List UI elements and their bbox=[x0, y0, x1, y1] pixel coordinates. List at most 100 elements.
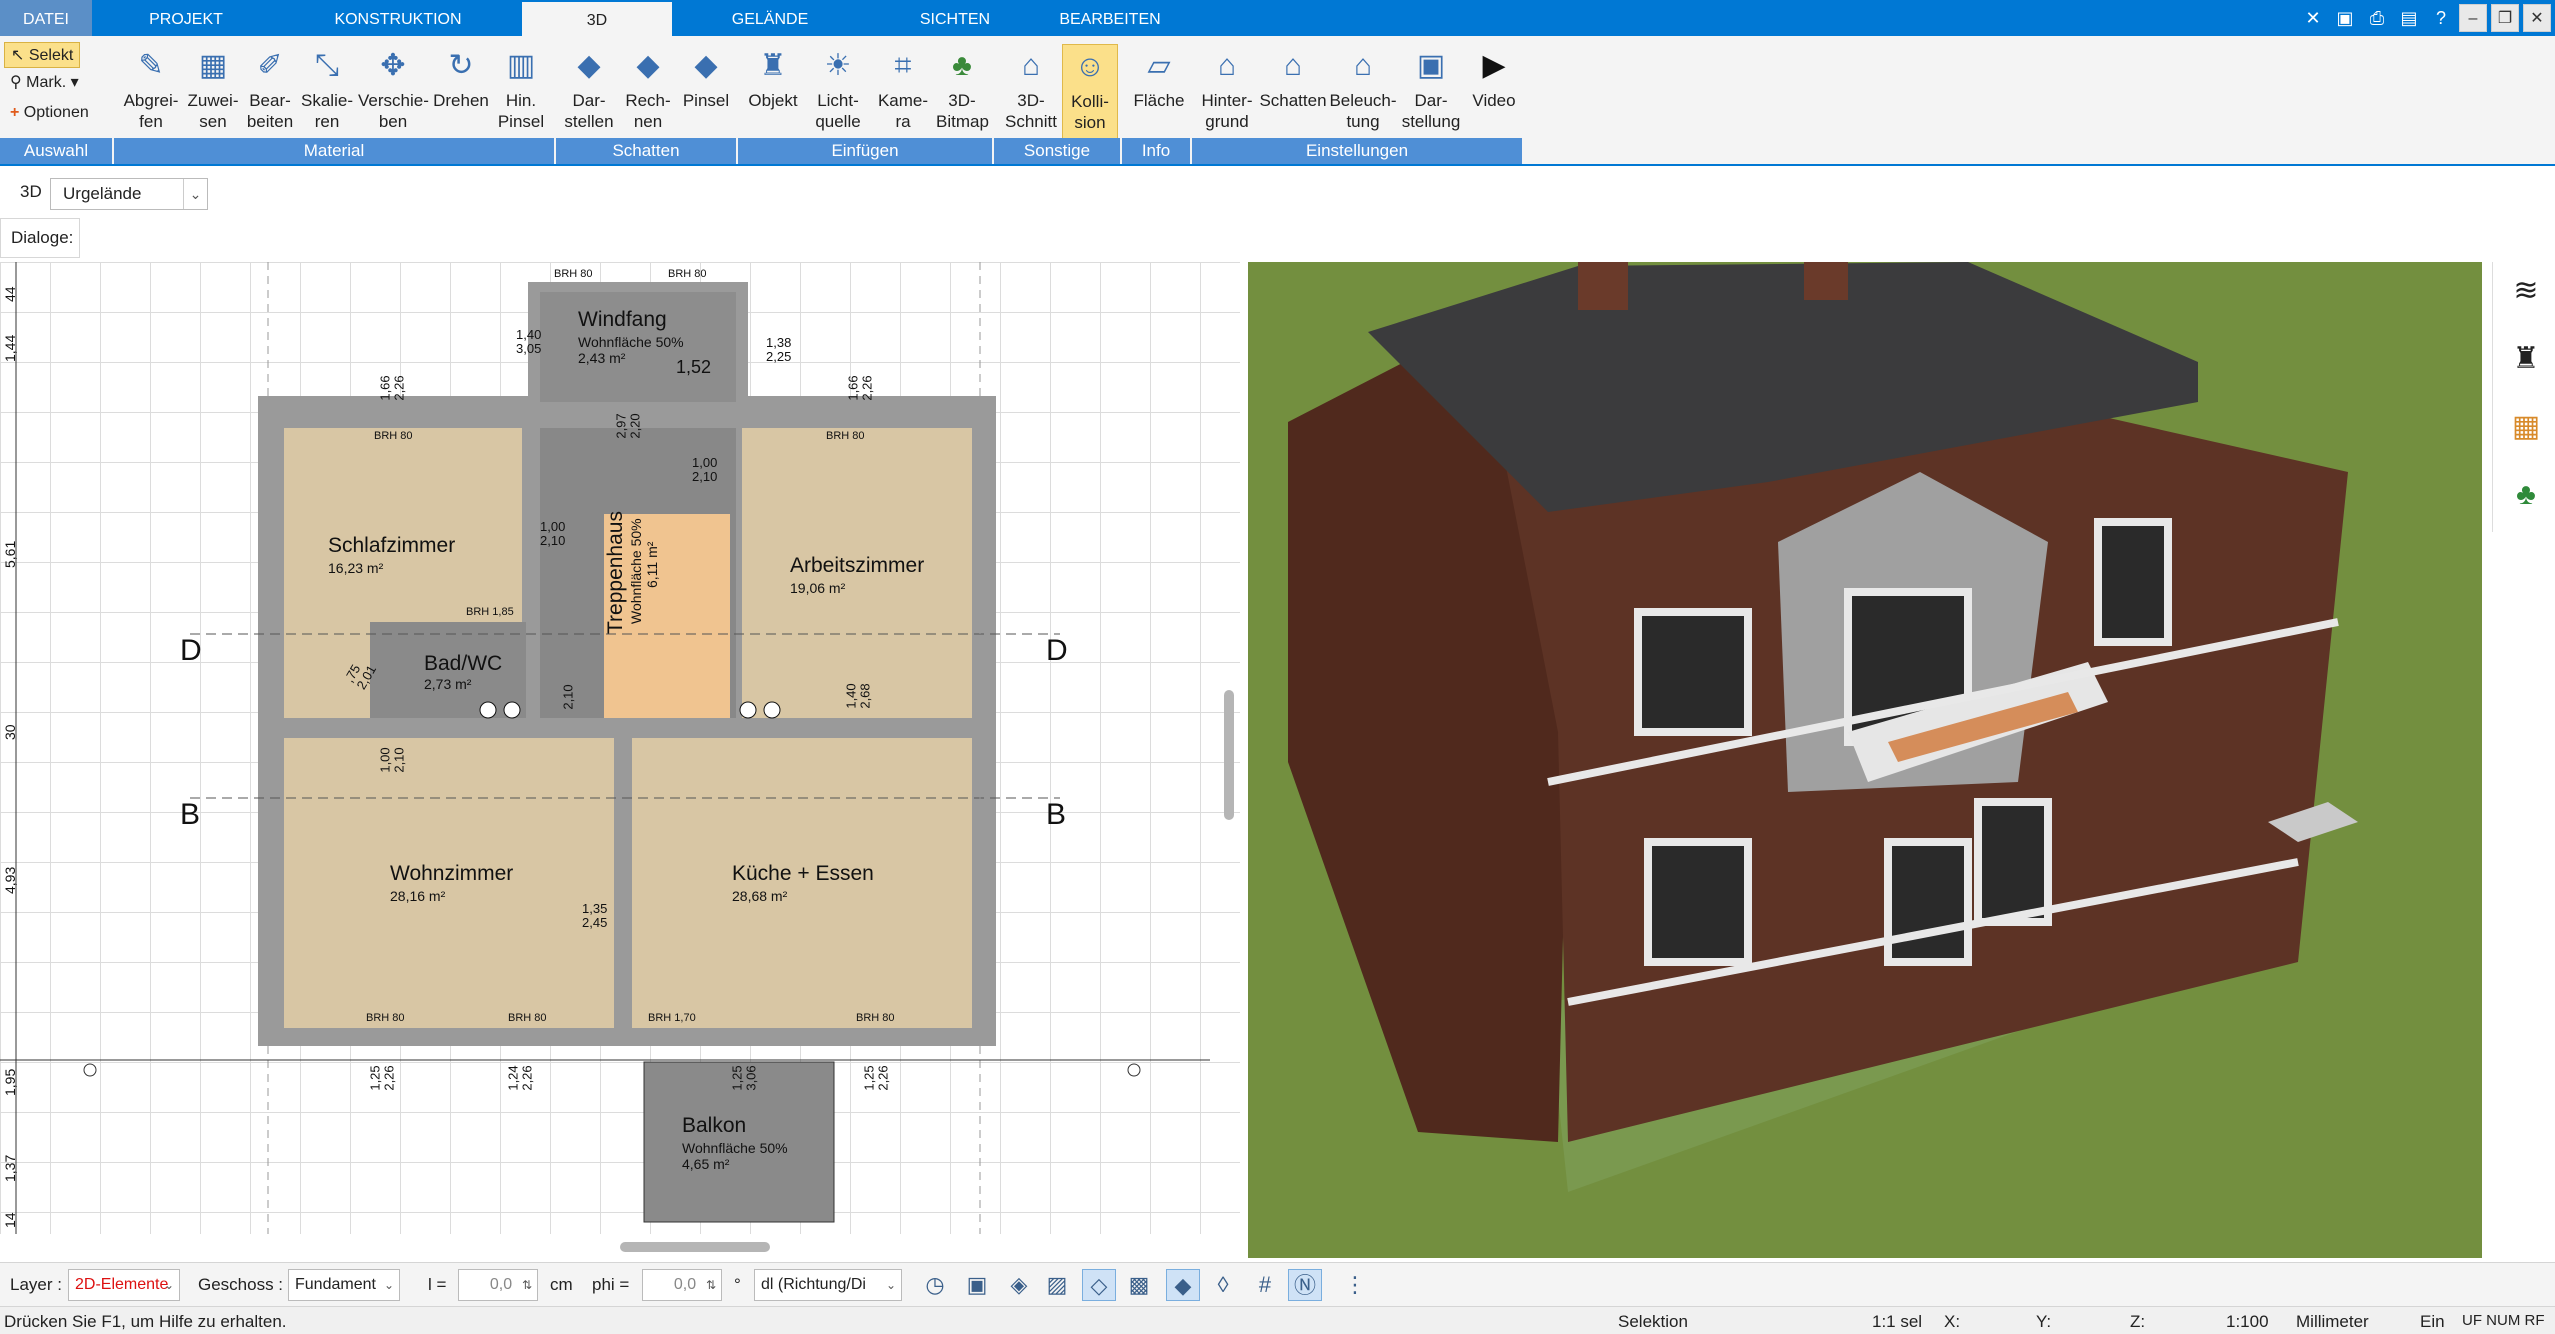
objekt-button[interactable]: ♜ Objekt bbox=[744, 44, 802, 144]
phi-input[interactable]: 0,0 ⇅ bbox=[642, 1269, 722, 1301]
export-icon[interactable]: ▣ bbox=[2331, 4, 2359, 32]
window-controls: ✕ ▣ ⎙ ▤ ? – ❐ ✕ bbox=[2299, 4, 2551, 32]
abgreifen-button[interactable]: ✎ Abgrei- fen bbox=[120, 44, 182, 144]
video-button[interactable]: ▶ Video bbox=[1466, 44, 1522, 144]
tab-datei[interactable]: DATEI bbox=[0, 0, 92, 36]
dimension-label: 1,52 bbox=[676, 357, 712, 377]
drehen-button[interactable]: ↻ Drehen bbox=[430, 44, 492, 144]
layers-tool-icon[interactable]: ◈ bbox=[1002, 1269, 1036, 1301]
tab-projekt[interactable]: PROJEKT bbox=[110, 0, 262, 36]
hatch-icon[interactable]: ▩ bbox=[1122, 1269, 1156, 1301]
status-bar: Drücken Sie F1, um Hilfe zu erhalten. Se… bbox=[0, 1306, 2555, 1334]
shadow-brush-icon: ◆ bbox=[694, 49, 718, 82]
unit-status: Millimeter bbox=[2296, 1312, 2369, 1331]
tab-gelaende[interactable]: GELÄNDE bbox=[690, 0, 850, 36]
horizontal-scrollbar[interactable] bbox=[620, 1242, 770, 1252]
minimize-button[interactable]: – bbox=[2459, 4, 2487, 32]
schatten-button[interactable]: ⌂ Schatten bbox=[1258, 44, 1328, 144]
tab-3d[interactable]: 3D bbox=[522, 0, 672, 36]
rechnen-button[interactable]: ◆ Rech- nen bbox=[620, 44, 676, 144]
hin-pinsel-button[interactable]: ▥ Hin. Pinsel bbox=[494, 44, 548, 144]
verschieben-button[interactable]: ✥ Verschie- ben bbox=[358, 44, 429, 144]
terrain-select-value: Urgelände bbox=[63, 184, 142, 203]
layer-select[interactable]: 2D-Elemente ⌄ bbox=[68, 1269, 180, 1301]
zuweisen-button[interactable]: ▦ Zuwei- sen bbox=[184, 44, 242, 144]
darstellung-button[interactable]: ▣ Dar- stellung bbox=[1398, 44, 1464, 144]
grid-icon[interactable]: # bbox=[1248, 1269, 1282, 1301]
schatten-pinsel-button[interactable]: ◆ Pinsel bbox=[678, 44, 734, 144]
mark-label: Mark. bbox=[26, 74, 67, 91]
tab-konstruktion[interactable]: KONSTRUKTION bbox=[290, 0, 506, 36]
brush-icon: ▥ bbox=[506, 49, 536, 82]
display-icon: ▣ bbox=[1416, 49, 1446, 82]
ribbon: ↖ Selekt ⚲ Mark. ▾ + Optionen ✎ Abgrei- f… bbox=[0, 36, 2555, 166]
kamera-button[interactable]: ⌗ Kame- ra bbox=[872, 44, 934, 144]
monitor-icon[interactable]: ▣ bbox=[960, 1269, 994, 1301]
mark-button[interactable]: ⚲ Mark. ▾ bbox=[4, 70, 85, 96]
3d-view[interactable] bbox=[1248, 262, 2482, 1258]
flaeche-label: Fläche bbox=[1133, 91, 1185, 110]
material-palette-icon[interactable]: ▦ bbox=[2507, 408, 2545, 446]
flaeche-button[interactable]: ▱ Fläche bbox=[1130, 44, 1188, 144]
print-icon[interactable]: ⎙ bbox=[2363, 4, 2391, 32]
spinner-icon[interactable]: ⇅ bbox=[701, 1270, 721, 1300]
length-unit: cm bbox=[550, 1275, 573, 1294]
object-tool-icon[interactable]: ▨ bbox=[1040, 1269, 1074, 1301]
terrain-select[interactable]: Urgelände ⌄ bbox=[50, 178, 208, 210]
schnitt-button[interactable]: ⌂ 3D- Schnitt bbox=[1000, 44, 1062, 144]
window-height-label: BRH 80 bbox=[374, 430, 413, 442]
dialogs-label: Dialoge: bbox=[0, 218, 80, 258]
room-name: Arbeitszimmer bbox=[790, 554, 925, 577]
lichtquelle-button[interactable]: ☀ Licht- quelle bbox=[806, 44, 870, 144]
tab-sichten[interactable]: SICHTEN bbox=[880, 0, 1030, 36]
geschoss-value: Fundament bbox=[295, 1276, 376, 1293]
schnitt-label: 3D- Schnitt bbox=[1005, 91, 1057, 131]
room-name: Wohnzimmer bbox=[390, 862, 514, 885]
close-button[interactable]: ✕ bbox=[2523, 4, 2551, 32]
bitmap-label: 3D- Bitmap bbox=[936, 91, 989, 131]
north-icon[interactable]: Ⓝ bbox=[1288, 1269, 1322, 1301]
view-selector-row: 3D Urgelände ⌄ bbox=[0, 174, 2555, 214]
tools-icon[interactable]: ✕ bbox=[2299, 4, 2327, 32]
bitmap-button[interactable]: ♣ 3D- Bitmap bbox=[936, 44, 989, 144]
help-icon[interactable]: ? bbox=[2427, 4, 2455, 32]
tab-bearbeiten[interactable]: BEARBEITEN bbox=[1040, 0, 1180, 36]
dimension-label: 1,00 2,10 bbox=[540, 519, 566, 548]
chimney bbox=[1578, 262, 1628, 310]
more-icon[interactable]: ⋮ bbox=[1338, 1269, 1372, 1301]
tree-icon: ♣ bbox=[952, 49, 972, 82]
abgreifen-label: Abgrei- fen bbox=[123, 91, 179, 131]
selekt-button[interactable]: ↖ Selekt bbox=[4, 42, 81, 68]
window bbox=[2094, 518, 2172, 646]
restore-button[interactable]: ❐ bbox=[2491, 4, 2519, 32]
plane-icon[interactable]: ◆ bbox=[1166, 1269, 1200, 1301]
beleuchtung-button[interactable]: ⌂ Beleuch- tung bbox=[1328, 44, 1398, 144]
ruler-label: 30 bbox=[2, 724, 18, 740]
dimension-label: 1,25 2,26 bbox=[367, 1065, 397, 1091]
darstellen-button[interactable]: ◆ Dar- stellen bbox=[560, 44, 618, 144]
clock-icon[interactable]: ◷ bbox=[918, 1269, 952, 1301]
chair-icon[interactable]: ♜ bbox=[2507, 340, 2545, 378]
length-input[interactable]: 0,0 ⇅ bbox=[458, 1269, 538, 1301]
direction-select[interactable]: dl (Richtung/Di ⌄ bbox=[754, 1269, 902, 1301]
spinner-icon[interactable]: ⇅ bbox=[517, 1270, 537, 1300]
dimension-label: 1,25 3,06 bbox=[729, 1065, 759, 1091]
dimension-label: 1,40 3,05 bbox=[516, 327, 542, 356]
verschieben-label: Verschie- ben bbox=[358, 91, 429, 131]
surface-icon[interactable]: ◊ bbox=[1206, 1269, 1240, 1301]
skalieren-button[interactable]: ⤡ Skalie- ren bbox=[298, 44, 356, 144]
optionen-button[interactable]: + Optionen bbox=[4, 100, 95, 126]
room-area: 28,68 m² bbox=[732, 888, 788, 904]
key-flags: UF NUM RF bbox=[2462, 1312, 2545, 1329]
snap-line-icon[interactable]: ◇ bbox=[1082, 1269, 1116, 1301]
dimension-label: 2,97 2,20 bbox=[613, 413, 643, 439]
tree-icon[interactable]: ♣ bbox=[2507, 476, 2545, 514]
kollision-button[interactable]: ☺ Kolli- sion bbox=[1062, 44, 1118, 144]
hintergrund-button[interactable]: ⌂ Hinter- grund bbox=[1196, 44, 1258, 144]
floor-plan-view[interactable]: Windfang Wohnfläche 50% 2,43 m² Schlafzi… bbox=[0, 262, 1240, 1234]
layers-icon[interactable]: ≋ bbox=[2507, 272, 2545, 310]
vertical-scrollbar[interactable] bbox=[1224, 690, 1234, 820]
snapshot-icon[interactable]: ▤ bbox=[2395, 4, 2423, 32]
bearbeiten-button[interactable]: ✐ Bear- beiten bbox=[242, 44, 298, 144]
geschoss-select[interactable]: Fundament ⌄ bbox=[288, 1269, 400, 1301]
